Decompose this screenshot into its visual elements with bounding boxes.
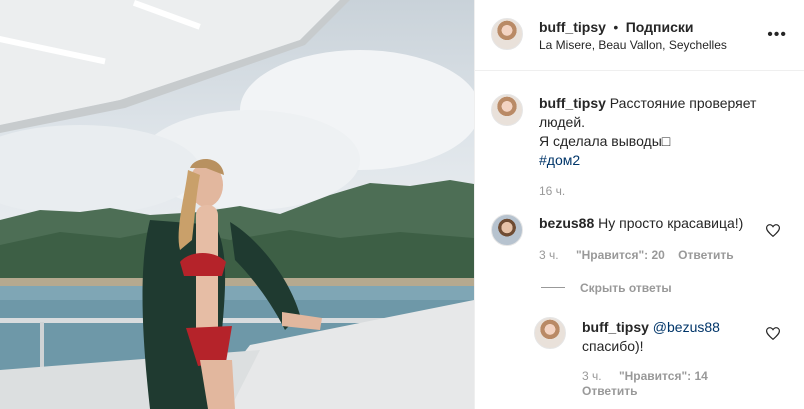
caption-symbol: □ — [661, 133, 671, 149]
reply-avatar[interactable] — [534, 317, 566, 349]
more-horizontal-icon[interactable]: ••• — [767, 26, 787, 44]
commenter-avatar[interactable] — [491, 214, 523, 246]
comment-reply-button[interactable]: Ответить — [678, 248, 733, 262]
header-line: buff_tipsy • Подписки — [539, 19, 693, 37]
caption: buff_tipsy Расстояние проверяет людей. Я… — [539, 94, 769, 198]
reply-meta: 3 ч. "Нравится": 14 — [582, 369, 708, 383]
reply-username[interactable]: buff_tipsy — [582, 319, 649, 335]
caption-hashtag[interactable]: #дом2 — [539, 151, 769, 170]
comment-username[interactable]: bezus88 — [539, 215, 594, 231]
following-button[interactable]: Подписки — [626, 19, 694, 35]
reply-meta-row2: Ответить — [582, 384, 637, 398]
comment-likes[interactable]: "Нравится": 20 — [576, 248, 665, 262]
heart-icon[interactable] — [766, 224, 780, 237]
hide-replies-button[interactable]: Скрыть ответы — [580, 281, 672, 295]
author-avatar[interactable] — [491, 18, 523, 50]
reply-mention[interactable]: @bezus88 — [653, 319, 720, 335]
reply-item: buff_tipsy @bezus88 спасибо)! — [582, 318, 757, 356]
reply-reply-button[interactable]: Ответить — [582, 384, 637, 398]
caption-username[interactable]: buff_tipsy — [539, 95, 606, 111]
hide-replies-line — [541, 287, 565, 288]
caption-time[interactable]: 16 ч. — [539, 184, 769, 198]
post-photo[interactable] — [0, 0, 474, 409]
reply-likes[interactable]: "Нравится": 14 — [619, 369, 708, 383]
caption-line2: людей. — [539, 114, 586, 130]
comment-text: Ну просто красавица!) — [598, 215, 744, 231]
comment-meta: 3 ч. "Нравится": 20 Ответить — [539, 248, 734, 262]
comment-item: bezus88 Ну просто красавица!) — [539, 214, 759, 233]
reply-text: спасибо)! — [582, 338, 644, 354]
caption-line1: Расстояние проверяет — [609, 95, 757, 111]
post-header: buff_tipsy • Подписки La Misere, Beau Va… — [475, 0, 804, 71]
heart-icon[interactable] — [766, 327, 780, 340]
author-username[interactable]: buff_tipsy — [539, 19, 606, 35]
post-location[interactable]: La Misere, Beau Vallon, Seychelles — [539, 38, 727, 52]
reply-time[interactable]: 3 ч. — [582, 369, 602, 383]
photo-illustration — [0, 0, 474, 409]
comment-time[interactable]: 3 ч. — [539, 248, 559, 262]
caption-avatar[interactable] — [491, 94, 523, 126]
separator-dot: • — [613, 19, 619, 35]
caption-line3: Я сделала выводы — [539, 133, 662, 149]
comments-panel: buff_tipsy • Подписки La Misere, Beau Va… — [474, 0, 804, 409]
